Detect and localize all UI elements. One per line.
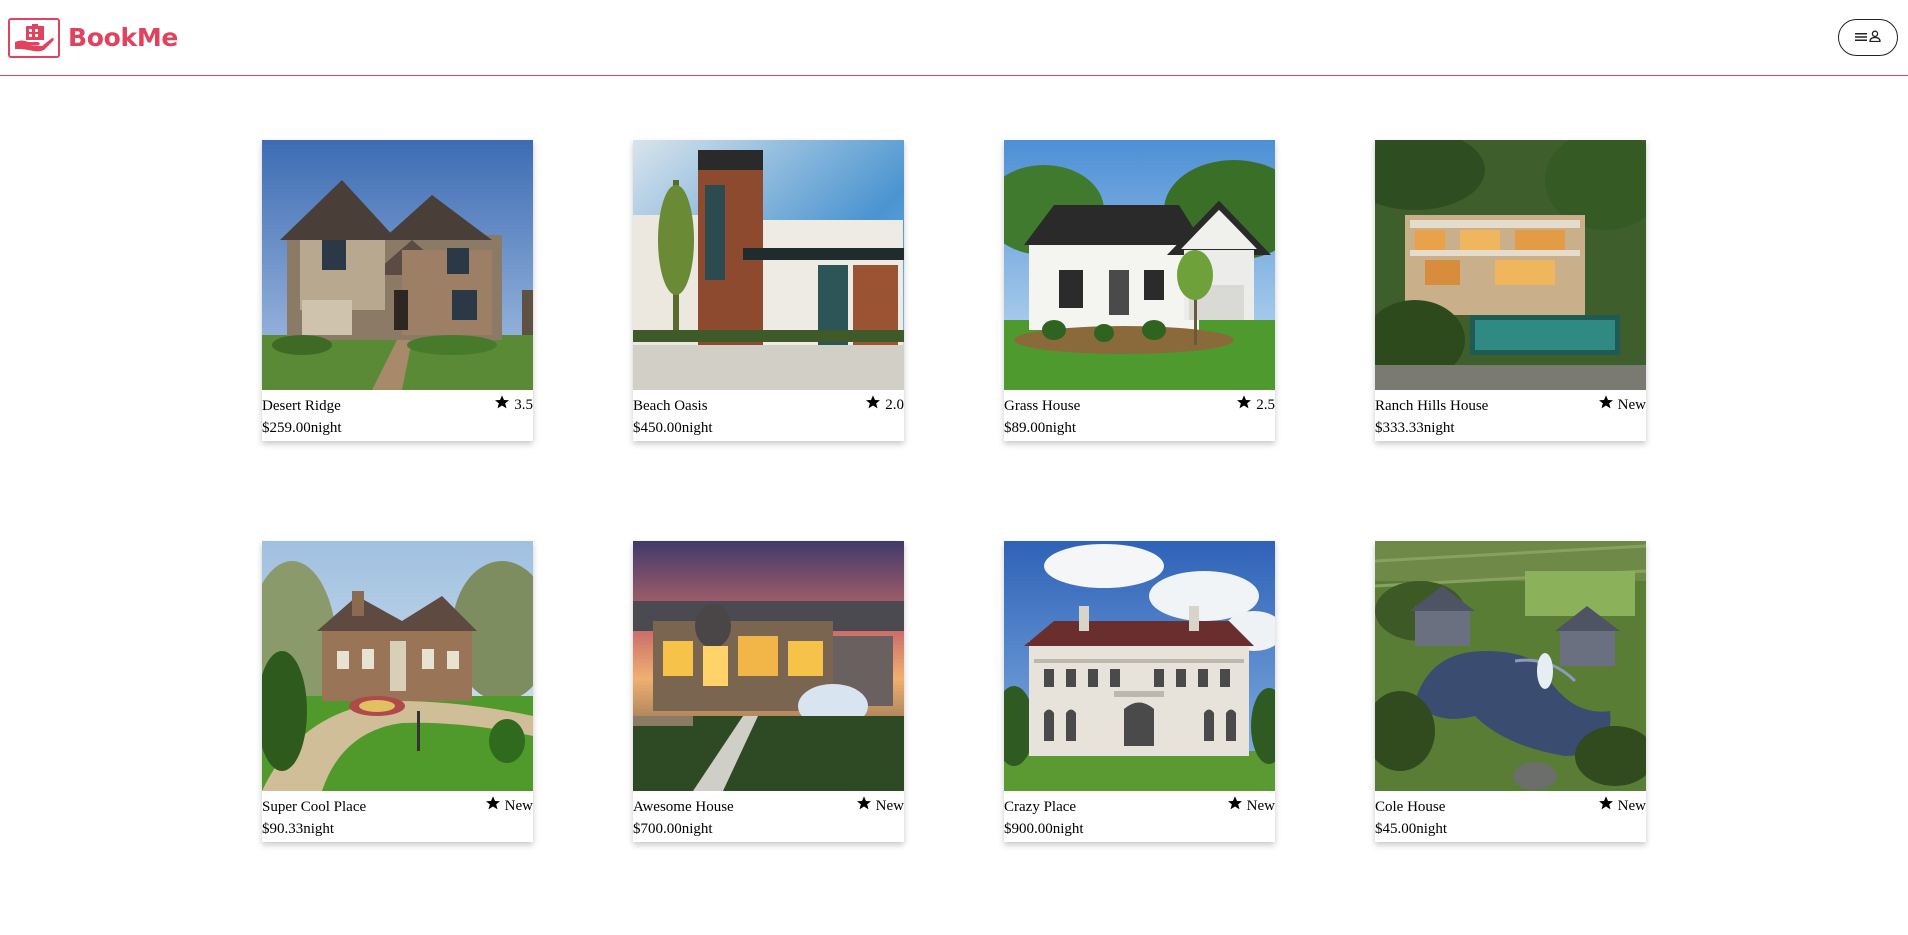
listing-photo[interactable] — [633, 541, 904, 791]
price-amount: $259.00 — [262, 420, 311, 436]
listing-price: $90.33night — [262, 817, 533, 838]
listing-name: Grass House — [1004, 398, 1081, 414]
rating-value: 2.0 — [885, 396, 904, 413]
price-unit: night — [1045, 420, 1077, 436]
listing-rating: 2.5 — [1236, 394, 1275, 415]
listing-rating: 2.0 — [865, 394, 904, 415]
listing-rating: New — [856, 795, 904, 816]
listing-card[interactable]: Desert Ridge 3.5 $259.00night — [262, 140, 533, 441]
listing-photo[interactable] — [1375, 140, 1646, 390]
star-icon — [1236, 394, 1252, 415]
listing-rating: New — [1598, 394, 1646, 415]
listings-grid: Desert Ridge 3.5 $259.00night Beach Oasi… — [262, 140, 1646, 842]
listing-card[interactable]: Awesome House New $700.00night — [633, 541, 904, 842]
price-unit: night — [681, 420, 713, 436]
listing-price: $259.00night — [262, 416, 533, 437]
listing-price: $700.00night — [633, 817, 904, 838]
listing-photo[interactable] — [262, 140, 533, 390]
price-unit: night — [310, 420, 342, 436]
price-unit: night — [303, 821, 335, 837]
listing-price: $900.00night — [1004, 817, 1275, 838]
listing-price: $89.00night — [1004, 416, 1275, 437]
price-amount: $450.00 — [633, 420, 682, 436]
listing-card[interactable]: Beach Oasis 2.0 $450.00night — [633, 140, 904, 441]
star-icon — [865, 394, 881, 415]
listing-name: Super Cool Place — [262, 799, 367, 815]
price-amount: $900.00 — [1004, 821, 1053, 837]
listing-name: Crazy Place — [1004, 799, 1077, 815]
brand-name: BookMe — [68, 23, 179, 52]
rating-value: New — [1617, 797, 1646, 814]
listing-photo[interactable] — [633, 140, 904, 390]
rating-value: 3.5 — [514, 396, 533, 413]
listing-photo[interactable] — [262, 541, 533, 791]
top-header: BookMe — [0, 0, 1908, 76]
star-icon — [1227, 795, 1243, 816]
price-unit: night — [1416, 821, 1448, 837]
star-icon — [856, 795, 872, 816]
listing-card[interactable]: Grass House 2.5 $89.00night — [1004, 140, 1275, 441]
price-unit: night — [681, 821, 713, 837]
price-amount: $90.33 — [262, 821, 304, 837]
listing-photo[interactable] — [1004, 541, 1275, 791]
listing-name: Cole House — [1375, 799, 1446, 815]
price-amount: $89.00 — [1004, 420, 1046, 436]
price-unit: night — [1423, 420, 1455, 436]
listing-card[interactable]: Crazy Place New $900.00night — [1004, 541, 1275, 842]
listing-price: $450.00night — [633, 416, 904, 437]
rating-value: 2.5 — [1256, 396, 1275, 413]
rating-value: New — [1246, 797, 1275, 814]
listing-rating: 3.5 — [494, 394, 533, 415]
profile-menu-button[interactable] — [1838, 19, 1898, 56]
price-unit: night — [1052, 821, 1084, 837]
listing-card[interactable]: Ranch Hills House New $333.33night — [1375, 140, 1646, 441]
rating-value: New — [504, 797, 533, 814]
price-amount: $700.00 — [633, 821, 682, 837]
star-icon — [1598, 394, 1614, 415]
listing-name: Ranch Hills House — [1375, 398, 1489, 414]
price-amount: $45.00 — [1375, 821, 1417, 837]
star-icon — [1598, 795, 1614, 816]
house-hand-logo-icon — [8, 17, 60, 58]
rating-value: New — [875, 797, 904, 814]
listing-card[interactable]: Super Cool Place New $90.33night — [262, 541, 533, 842]
listing-price: $45.00night — [1375, 817, 1646, 838]
rating-value: New — [1617, 396, 1646, 413]
listing-name: Awesome House — [633, 799, 734, 815]
listing-photo[interactable] — [1004, 140, 1275, 390]
listing-rating: New — [485, 795, 533, 816]
star-icon — [485, 795, 501, 816]
price-amount: $333.33 — [1375, 420, 1424, 436]
listing-name: Desert Ridge — [262, 398, 341, 414]
listing-rating: New — [1227, 795, 1275, 816]
listing-card[interactable]: Cole House New $45.00night — [1375, 541, 1646, 842]
user-icon — [1869, 29, 1881, 47]
listing-photo[interactable] — [1375, 541, 1646, 791]
listing-price: $333.33night — [1375, 416, 1646, 437]
hamburger-menu-icon — [1855, 29, 1867, 47]
star-icon — [494, 394, 510, 415]
brand-home-link[interactable]: BookMe — [8, 17, 179, 58]
listing-name: Beach Oasis — [633, 398, 708, 414]
listing-rating: New — [1598, 795, 1646, 816]
